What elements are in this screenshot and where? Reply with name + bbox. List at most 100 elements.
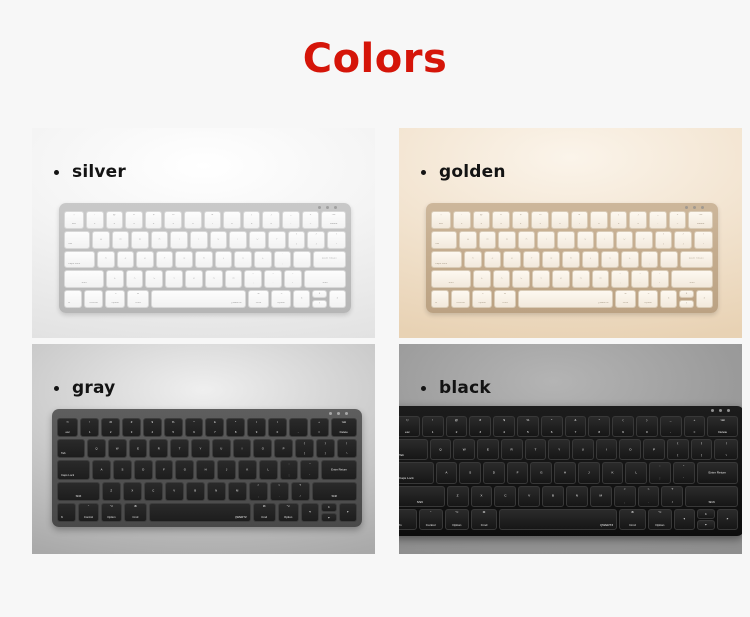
key-key-g[interactable]: G — [175, 250, 194, 269]
key-key-7[interactable]: & 7 — [570, 211, 589, 229]
key-key-p[interactable]: P — [268, 230, 286, 249]
key-key-1[interactable]: ! 1 — [85, 211, 104, 229]
key-command-right[interactable]: ⌘ Cmd — [619, 508, 646, 531]
key-key-e[interactable]: E — [498, 230, 516, 249]
key-delete[interactable]: ⌫ Delete — [321, 211, 346, 229]
key-key-w[interactable]: W — [111, 230, 130, 249]
key-key-z[interactable]: Z — [446, 485, 469, 507]
key-key-o[interactable]: O — [248, 230, 267, 249]
key-key-e[interactable]: E — [128, 439, 148, 459]
key-key-i[interactable]: I — [596, 230, 614, 249]
key-key-t[interactable]: T — [524, 439, 547, 461]
key-key-l[interactable]: L — [625, 462, 648, 484]
key-key-y[interactable]: Y — [556, 230, 575, 249]
key-key-c[interactable]: C — [494, 485, 517, 507]
key-shift-left[interactable]: Shift — [399, 485, 445, 507]
key-control-left[interactable]: ⌃ Control — [83, 290, 104, 308]
key-key-y[interactable]: Y — [191, 439, 210, 459]
key-key-quote[interactable]: " ' — [300, 460, 320, 480]
key-key-f[interactable]: F — [506, 462, 529, 484]
key-tab[interactable]: Tab — [57, 439, 86, 459]
key-key-c[interactable]: C — [145, 270, 164, 289]
key-arrow-left[interactable]: ◂ — [300, 502, 319, 523]
key-key-i[interactable]: I — [595, 439, 618, 461]
key-shift-right[interactable]: Shift — [303, 270, 346, 289]
key-key-2[interactable]: @2 — [105, 211, 124, 229]
key-spacebar[interactable]: QWERTZ — [517, 290, 613, 308]
key-key-n[interactable]: N — [565, 485, 588, 507]
key-command-left[interactable]: ⌘ Cmd — [470, 508, 498, 531]
key-arrow-up-down[interactable]: ▴ ▾ — [311, 290, 327, 308]
key-option-right[interactable]: ⌥ Option — [277, 502, 299, 523]
key-key-x[interactable]: X — [470, 485, 493, 507]
key-delete[interactable]: ⌫ Delete — [688, 211, 713, 229]
key-key-9[interactable]: (9 — [242, 211, 261, 229]
key-caps-lock[interactable]: Caps Lock — [431, 250, 462, 269]
key-key-6[interactable]: ^ 6 — [184, 211, 202, 229]
key-key-9[interactable]: (9 — [609, 211, 628, 229]
arrow-up-icon[interactable]: ▴ — [696, 508, 716, 519]
key-option-left[interactable]: ⌥ Option — [472, 290, 493, 308]
key-key-backslash[interactable]: | \ — [336, 439, 358, 459]
key-key-m[interactable]: M — [591, 270, 610, 289]
key-key-b[interactable]: B — [185, 270, 203, 289]
key-spacebar[interactable]: QWERTZ — [499, 508, 618, 531]
key-key-bracket-left[interactable]: {[ — [295, 439, 314, 459]
key-key-u[interactable]: U — [211, 439, 231, 459]
arrow-up-icon[interactable]: ▴ — [320, 502, 337, 512]
key-escape[interactable]: ⎋ esc — [399, 416, 420, 438]
key-key-f[interactable]: F — [154, 460, 174, 480]
key-enter-return[interactable]: Enter Return — [679, 250, 714, 269]
key-key-r[interactable]: R — [517, 230, 536, 249]
key-arrow-right[interactable]: ▸ — [717, 508, 739, 531]
key-command-right[interactable]: ⌘ Cmd — [247, 290, 270, 308]
key-key-3[interactable]: #3 — [125, 211, 143, 229]
key-key-t[interactable]: T — [537, 230, 555, 249]
key-delete[interactable]: ⌫ Delete — [330, 418, 357, 438]
key-key-bracket-left[interactable]: {[ — [287, 230, 306, 249]
key-key-comma[interactable]: <, — [244, 270, 263, 289]
arrow-down-icon[interactable]: ▾ — [696, 520, 716, 531]
key-key-z[interactable]: Z — [105, 270, 124, 289]
key-key-y[interactable]: Y — [189, 230, 208, 249]
key-key-g[interactable]: G — [542, 250, 561, 269]
key-key-d[interactable]: D — [133, 460, 153, 480]
key-option-left[interactable]: ⌥ Option — [100, 502, 122, 523]
key-arrow-right[interactable]: ▸ — [696, 290, 714, 308]
key-key-p[interactable]: P — [643, 439, 665, 461]
key-caps-lock[interactable]: Caps Lock — [64, 250, 95, 269]
key-key-slash[interactable]: ? / — [283, 270, 302, 289]
arrow-down-icon[interactable]: ▾ — [320, 513, 337, 523]
key-key-d[interactable]: D — [136, 250, 154, 269]
key-key-0[interactable]: ) 0 — [629, 211, 648, 229]
key-key-8[interactable]: * 8 — [588, 416, 611, 438]
key-fn[interactable]: fn — [64, 290, 82, 308]
key-key-7[interactable]: & 7 — [205, 418, 225, 438]
key-arrow-right[interactable]: ▸ — [329, 290, 347, 308]
key-key-j[interactable]: J — [214, 250, 233, 269]
key-enter-return[interactable]: Enter Return — [312, 250, 347, 269]
key-key-5[interactable]: % 5 — [164, 211, 182, 229]
key-key-a[interactable]: A — [92, 460, 111, 480]
key-key-c[interactable]: C — [512, 270, 531, 289]
key-key-0[interactable]: ) 0 — [267, 418, 287, 438]
key-key-1[interactable]: ! 1 — [80, 418, 100, 438]
key-option-right[interactable]: ⌥ Option — [271, 290, 291, 308]
key-key-k[interactable]: K — [601, 462, 624, 484]
key-key-equal[interactable]: + = — [683, 416, 706, 438]
key-key-7[interactable]: & 7 — [203, 211, 222, 229]
key-key-v[interactable]: V — [532, 270, 551, 289]
key-key-l[interactable]: L — [258, 460, 278, 480]
key-key-a[interactable]: A — [435, 462, 458, 484]
key-option-right[interactable]: ⌥ Option — [638, 290, 658, 308]
key-key-3[interactable]: #3 — [469, 416, 492, 438]
key-key-minus[interactable]: _ - — [288, 418, 308, 438]
key-enter-return[interactable]: Enter Return — [321, 460, 357, 480]
key-key-u[interactable]: U — [209, 230, 228, 249]
key-shift-left[interactable]: Shift — [431, 270, 471, 289]
key-key-slash[interactable]: ? / — [290, 481, 310, 501]
key-caps-lock[interactable]: Caps Lock — [57, 460, 91, 480]
key-command-right[interactable]: ⌘ Cmd — [614, 290, 637, 308]
key-key-backslash[interactable]: | \ — [693, 230, 713, 249]
key-tab[interactable]: Tab — [399, 439, 428, 461]
